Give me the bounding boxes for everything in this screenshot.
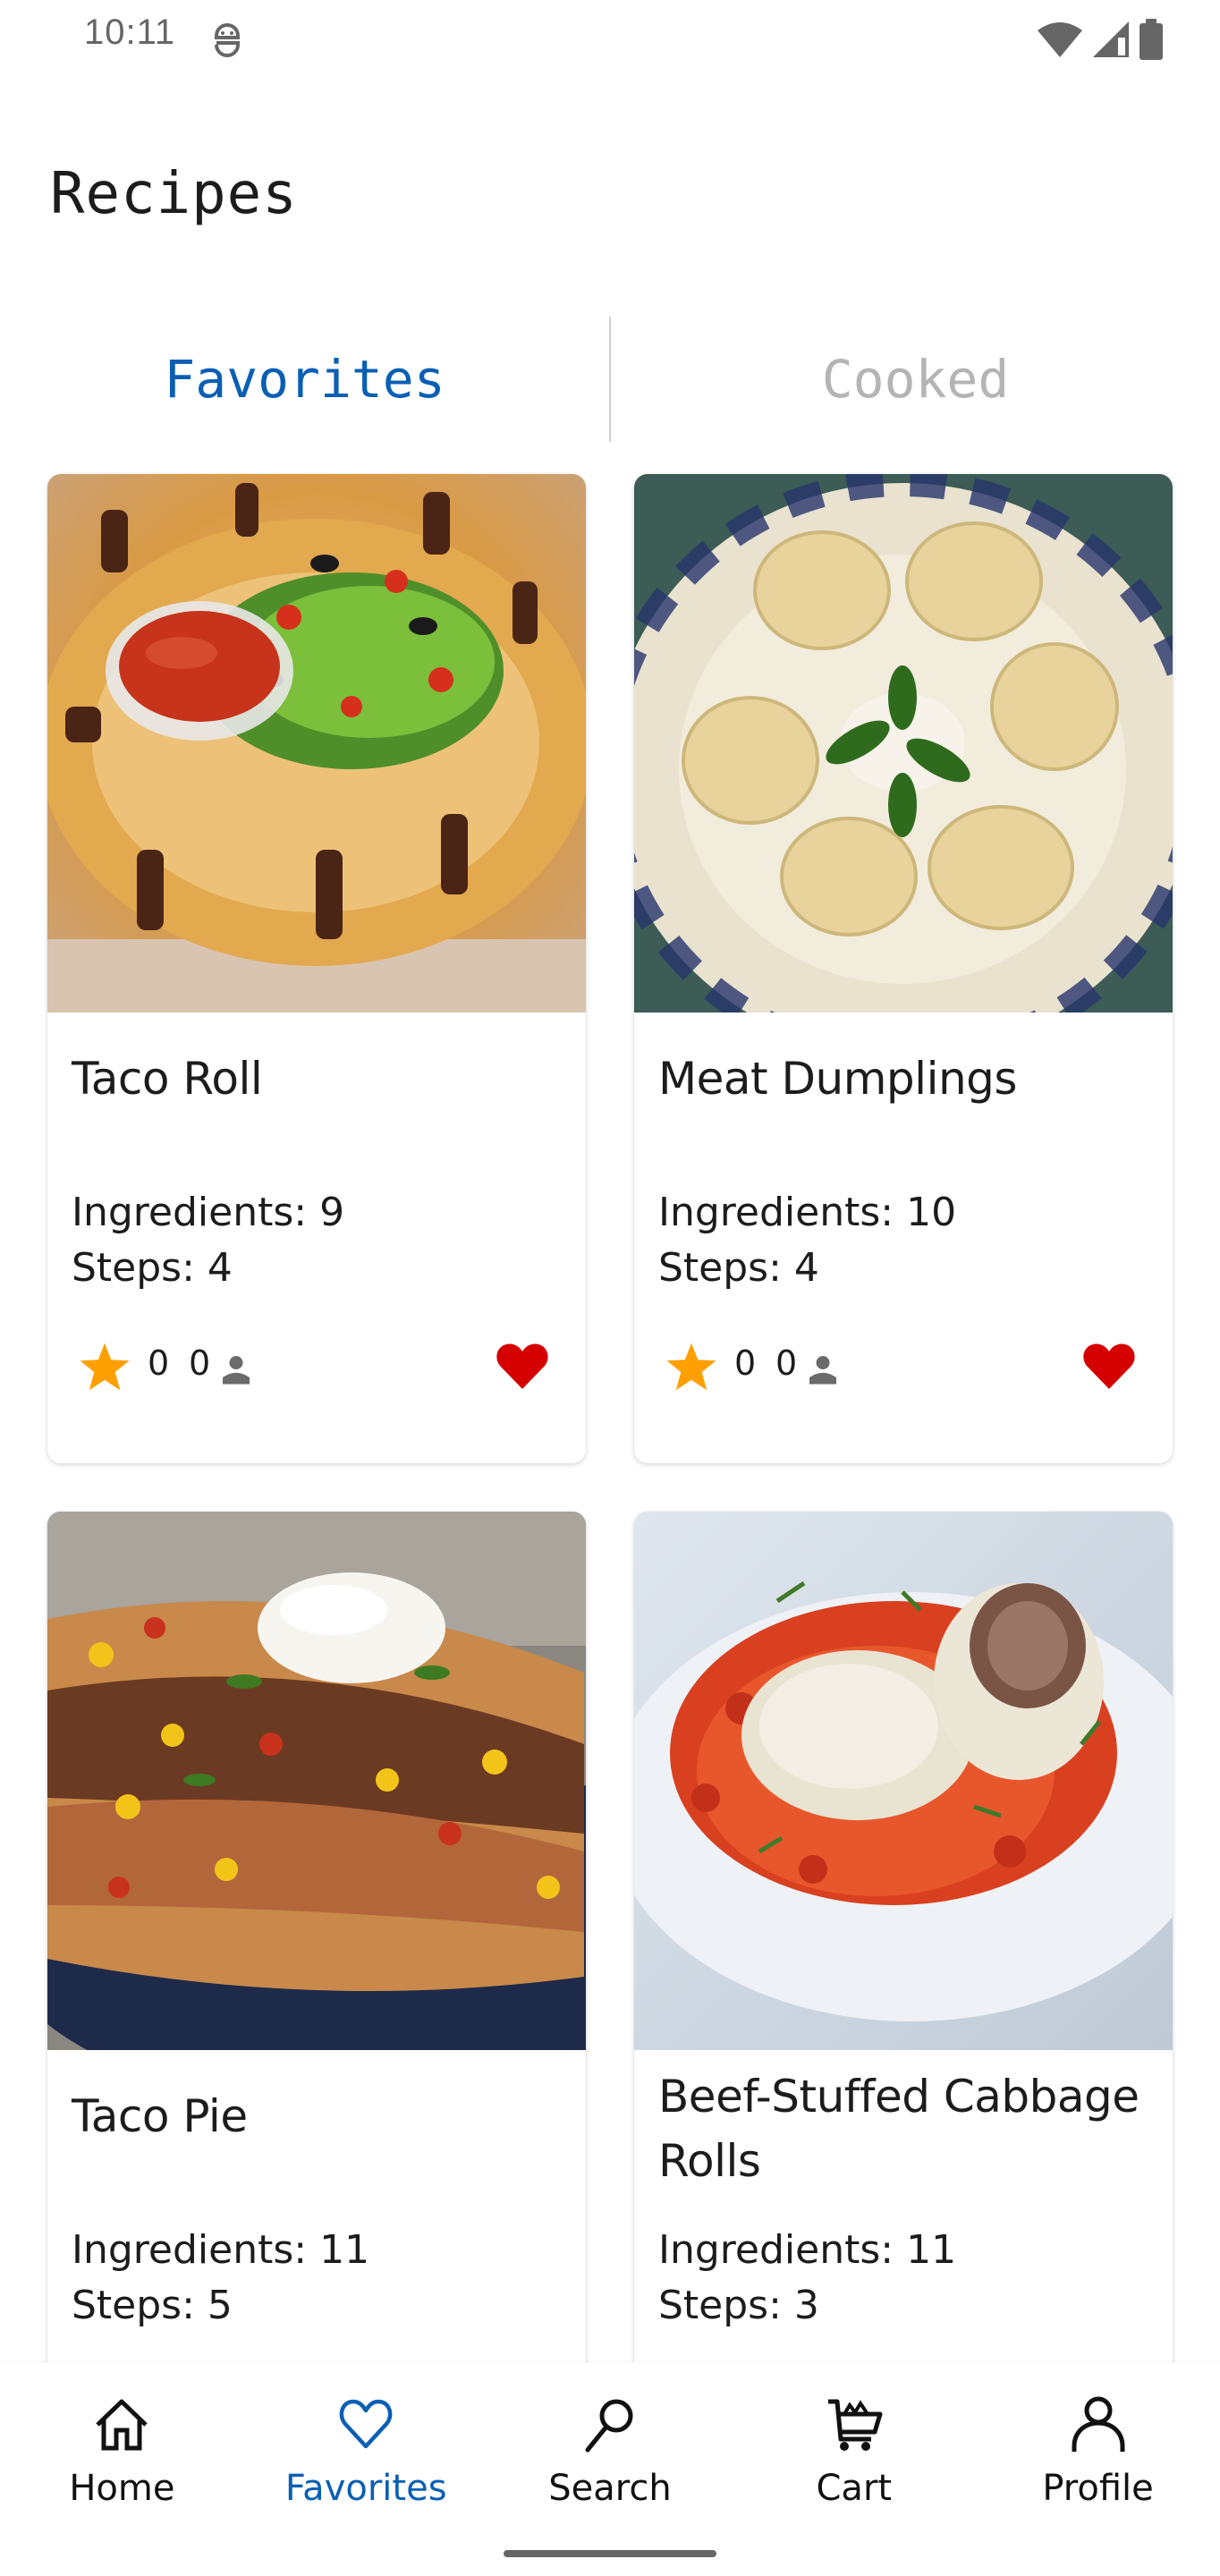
- profile-icon: [1072, 2396, 1125, 2452]
- recipe-card[interactable]: Beef-Stuffed Cabbage Rolls Ingredients: …: [634, 1512, 1173, 2501]
- ingredients-count: Ingredients: 10: [658, 1190, 957, 1235]
- person-icon: [809, 1356, 836, 1385]
- wifi-icon: [1038, 22, 1082, 57]
- rating-value: 0: [734, 1343, 757, 1383]
- card-footer: 0 0: [634, 1333, 1173, 1404]
- cooked-count: 0: [189, 1343, 211, 1383]
- taco-pie-photo: [47, 1512, 586, 2050]
- status-time: 10:11: [84, 13, 176, 52]
- status-bar: 10:11: [0, 0, 1220, 75]
- ingredients-count: Ingredients: 9: [72, 1190, 345, 1235]
- steps-count: Steps: 4: [658, 1245, 819, 1291]
- nav-profile[interactable]: Profile: [976, 2362, 1220, 2541]
- recipe-card[interactable]: Taco Pie Ingredients: 11 Steps: 5: [47, 1512, 586, 2501]
- search-icon: [585, 2399, 633, 2453]
- page-title: Recipes: [50, 161, 298, 227]
- nav-favorites[interactable]: Favorites: [244, 2362, 488, 2541]
- steps-count: Steps: 5: [72, 2283, 233, 2328]
- steps-count: Steps: 4: [72, 1245, 233, 1291]
- recipe-title: Beef-Stuffed Cabbage Rolls: [658, 2071, 1140, 2187]
- recipe-tabs: Favorites Cooked: [0, 317, 1220, 442]
- nav-label: Profile: [1042, 2468, 1154, 2509]
- nav-cart[interactable]: Cart: [732, 2362, 976, 2541]
- sim-notification-icon: [215, 23, 240, 57]
- star-icon: [80, 1343, 130, 1391]
- recipe-title: Taco Pie: [72, 2090, 248, 2142]
- tab-favorites[interactable]: Favorites: [0, 317, 609, 442]
- home-icon: [96, 2399, 148, 2451]
- nav-label: Search: [548, 2468, 672, 2509]
- heart-outline-icon: [339, 2399, 393, 2449]
- ingredients-count: Ingredients: 11: [72, 2227, 370, 2273]
- rating-value: 0: [148, 1343, 170, 1383]
- bottom-nav: Home Favorites Search Cart Profile: [0, 2362, 1220, 2576]
- cellular-signal-icon: [1093, 21, 1129, 57]
- meat-dumplings-photo: [634, 474, 1173, 1013]
- recipe-card[interactable]: Meat Dumplings Ingredients: 10 Steps: 4 …: [634, 474, 1173, 1463]
- recipe-title: Meat Dumplings: [658, 1053, 1017, 1105]
- taco-roll-photo: [47, 474, 586, 1013]
- favorite-heart-icon[interactable]: [495, 1338, 550, 1394]
- card-footer: 0 0: [47, 1333, 586, 1404]
- person-icon: [223, 1356, 250, 1385]
- cooked-count: 0: [775, 1343, 798, 1383]
- nav-label: Home: [69, 2468, 175, 2509]
- ingredients-count: Ingredients: 11: [658, 2227, 957, 2273]
- home-indicator[interactable]: [504, 2550, 716, 2557]
- recipe-title: Taco Roll: [72, 1053, 263, 1105]
- battery-icon: [1140, 19, 1163, 60]
- tab-cooked[interactable]: Cooked: [611, 317, 1220, 442]
- nav-label: Favorites: [284, 2468, 447, 2509]
- favorite-heart-icon[interactable]: [1081, 1338, 1137, 1394]
- recipe-card[interactable]: Taco Roll Ingredients: 9 Steps: 4 0 0: [47, 474, 586, 1463]
- nav-search[interactable]: Search: [488, 2362, 733, 2541]
- nav-home[interactable]: Home: [0, 2362, 244, 2541]
- cart-icon: [827, 2399, 883, 2451]
- cabbage-rolls-photo: [634, 1512, 1173, 2050]
- nav-label: Cart: [816, 2468, 893, 2509]
- steps-count: Steps: 3: [658, 2283, 819, 2328]
- star-icon: [666, 1343, 716, 1391]
- status-icons: [1036, 18, 1165, 61]
